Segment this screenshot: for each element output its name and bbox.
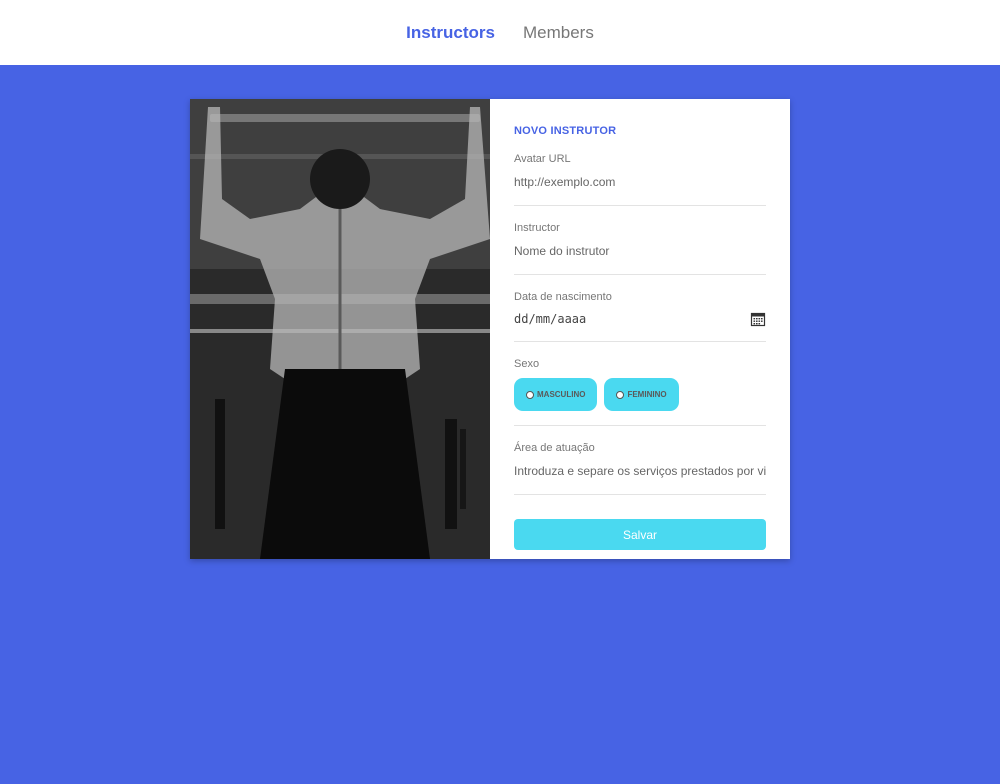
- services-label: Área de atuação: [514, 442, 595, 454]
- new-instructor-card: Novo instrutor Avatar URL Instructor Dat…: [190, 99, 790, 559]
- instructor-name-label: Instructor: [514, 222, 560, 234]
- birth-date-input[interactable]: dd/mm/aaaa: [514, 311, 766, 327]
- avatar-url-field-group: Avatar URL: [514, 153, 766, 206]
- save-button[interactable]: Salvar: [514, 519, 766, 550]
- sex-option-feminino[interactable]: FEMININO: [604, 378, 679, 411]
- nav-link-members[interactable]: Members: [523, 23, 594, 43]
- birth-date-field-group: Data de nascimento dd/mm/aaaa: [514, 291, 766, 342]
- form-title: Novo instrutor: [514, 125, 617, 137]
- sex-options: MASCULINO FEMININO: [514, 378, 766, 411]
- services-input[interactable]: [514, 464, 766, 478]
- sex-label: Sexo: [514, 358, 540, 370]
- instructor-name-input[interactable]: [514, 244, 766, 258]
- instructor-name-field-group: Instructor: [514, 222, 766, 275]
- radio-icon[interactable]: [526, 390, 534, 399]
- birth-date-label: Data de nascimento: [514, 291, 612, 303]
- sex-option-label: MASCULINO: [537, 390, 586, 399]
- sex-option-label: FEMININO: [627, 390, 667, 399]
- radio-icon[interactable]: [616, 390, 625, 399]
- avatar-url-label: Avatar URL: [514, 153, 571, 165]
- top-navigation: Instructors Members: [0, 0, 1000, 65]
- instructor-hero-image: [190, 99, 490, 559]
- sex-option-masculino[interactable]: MASCULINO: [514, 378, 598, 411]
- new-instructor-form: Novo instrutor Avatar URL Instructor Dat…: [490, 99, 790, 559]
- calendar-icon[interactable]: [750, 311, 766, 327]
- sex-field-group: Sexo MASCULINO FEMININO: [514, 358, 766, 426]
- birth-date-placeholder: dd/mm/aaaa: [514, 312, 587, 326]
- nav-link-instructors[interactable]: Instructors: [406, 23, 495, 43]
- services-field-group: Área de atuação: [514, 442, 766, 495]
- avatar-url-input[interactable]: [514, 175, 766, 189]
